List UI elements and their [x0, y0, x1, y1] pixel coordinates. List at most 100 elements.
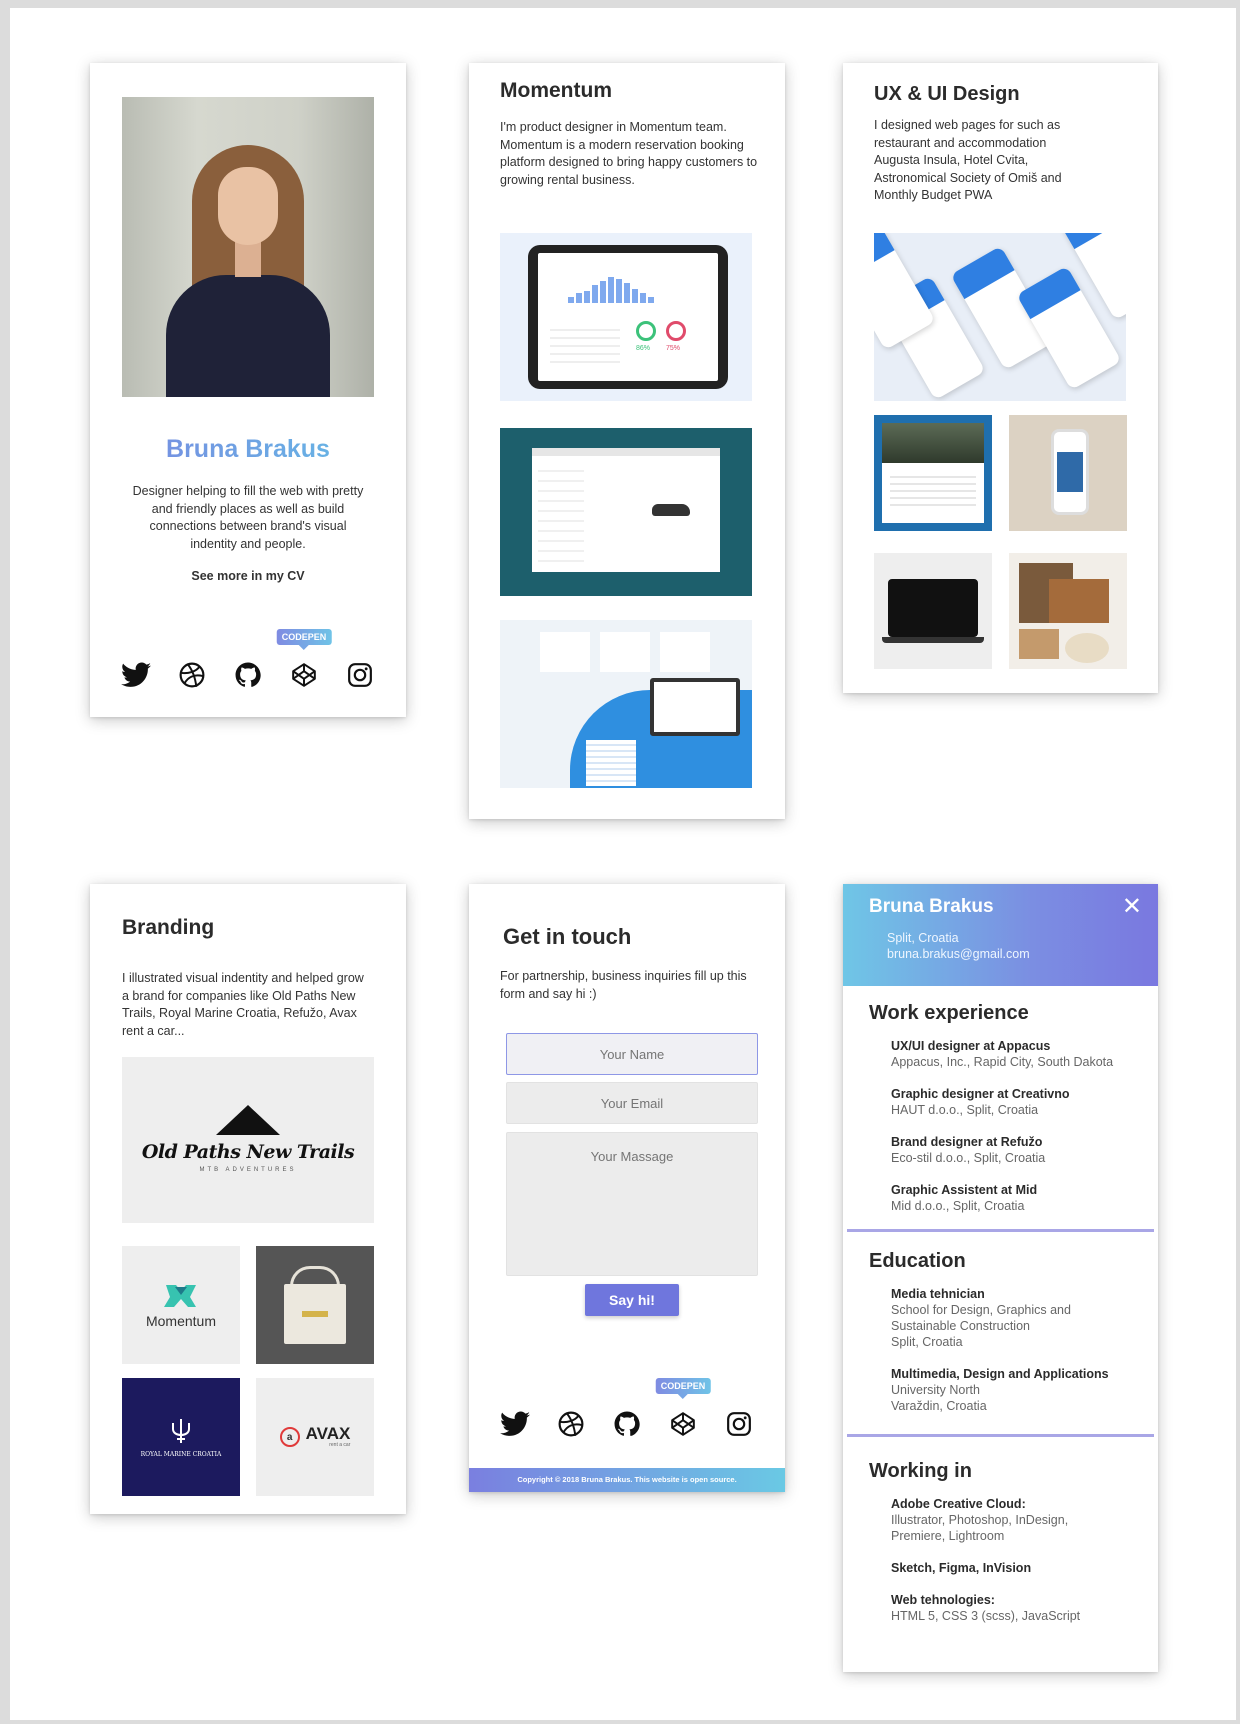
education-entry: Multimedia, Design and Applications Univ… [891, 1366, 1146, 1414]
work-place: Mid d.o.o., Split, Croatia [891, 1199, 1025, 1213]
twitter-icon[interactable] [120, 659, 152, 691]
work-experience-title: Work experience [869, 1002, 1029, 1024]
tool-name: Adobe Creative Cloud: [891, 1497, 1026, 1511]
github-icon[interactable] [232, 659, 264, 691]
tool-entry: Web tehnologies: HTML 5, CSS 3 (scss), J… [891, 1592, 1146, 1624]
work-entry: Graphic designer at Creativno HAUT d.o.o… [891, 1086, 1146, 1118]
tool-name: Web tehnologies: [891, 1593, 995, 1607]
royal-marine-logo-text: ROYAL MARINE CROATIA [140, 1450, 222, 1458]
education-degree: Multimedia, Design and Applications [891, 1367, 1109, 1381]
work-entry: Graphic Assistent at Mid Mid d.o.o., Spl… [891, 1182, 1146, 1214]
old-paths-logo-text: Old Paths New Trails [141, 1141, 355, 1163]
momentum-title: Momentum [500, 79, 612, 102]
profile-photo [122, 97, 374, 397]
browser-mockup [532, 448, 720, 572]
cv-contact-info: Split, Croatia bruna.brakus@gmail.com [887, 930, 1030, 962]
cv-location: Split, Croatia [887, 931, 959, 945]
avax-logo-text: AVAX [305, 1424, 351, 1443]
education-school: School for Design, Graphics and Sustaina… [891, 1303, 1071, 1333]
work-place: HAUT d.o.o., Split, Croatia [891, 1103, 1039, 1117]
instagram-icon[interactable] [344, 659, 376, 691]
ux-card: UX & UI Design I designed web pages for … [843, 63, 1158, 693]
tote-bag-thumb[interactable] [256, 1246, 374, 1364]
work-place: Eco-stil d.o.o., Split, Croatia [891, 1151, 1046, 1165]
avax-logo-icon: a [279, 1427, 300, 1447]
momentum-logo-thumb[interactable]: Momentum [122, 1246, 240, 1364]
education-city: Split, Croatia [891, 1335, 963, 1349]
momentum-logo-icon [164, 1285, 196, 1307]
ux-description: I designed web pages for such as restaur… [874, 118, 1062, 202]
stat-ring [636, 321, 656, 341]
codepen-tooltip: CODEPEN [276, 629, 332, 650]
ux-website-thumb-1[interactable] [874, 415, 992, 531]
codepen-icon[interactable]: CODEPEN [655, 1378, 711, 1440]
branding-description: I illustrated visual indentity and helpe… [122, 971, 364, 1038]
education-school: University North [891, 1383, 980, 1397]
section-divider [847, 1229, 1154, 1232]
contact-card: Get in touch For partnership, business i… [469, 884, 785, 1492]
twitter-icon[interactable] [499, 1408, 531, 1440]
ux-laptop-thumb[interactable] [874, 553, 992, 669]
say-hi-button[interactable]: Say hi! [585, 1284, 679, 1316]
tool-detail: HTML 5, CSS 3 (scss), JavaScript [891, 1609, 1081, 1623]
dribbble-icon[interactable] [555, 1408, 587, 1440]
tool-entry: Sketch, Figma, InVision [891, 1560, 1146, 1576]
profile-card: Bruna Brakus Designer helping to fill th… [90, 63, 406, 717]
contact-title: Get in touch [503, 924, 632, 949]
branding-card: Branding I illustrated visual indentity … [90, 884, 406, 1514]
instagram-icon[interactable] [723, 1408, 755, 1440]
momentum-description: I'm product designer in Momentum team. M… [500, 120, 758, 187]
email-field[interactable] [506, 1082, 758, 1124]
work-entry: UX/UI designer at Appacus Appacus, Inc.,… [891, 1038, 1146, 1070]
education-city: Varaždin, Croatia [891, 1399, 987, 1413]
cv-header: Bruna Brakus ✕ Split, Croatia bruna.brak… [843, 884, 1158, 986]
tool-name: Sketch, Figma, InVision [891, 1561, 1032, 1575]
education-title: Education [869, 1250, 966, 1272]
momentum-card: Momentum I'm product designer in Momentu… [469, 63, 785, 819]
old-paths-logo-sub: MTB ADVENTURES [199, 1167, 297, 1173]
section-divider [847, 1434, 1154, 1437]
car-image [652, 504, 690, 516]
tablet-mockup: 86% 75% [528, 245, 728, 389]
branding-title: Branding [122, 916, 215, 939]
cv-name: Bruna Brakus [869, 896, 994, 917]
social-links: CODEPEN [499, 1378, 755, 1440]
momentum-app-image[interactable] [500, 428, 752, 596]
avax-logo-thumb[interactable]: a AVAX rent a car [256, 1378, 374, 1496]
ux-title: UX & UI Design [874, 83, 1020, 105]
profile-name: Bruna Brakus [90, 435, 406, 464]
old-paths-logo-image[interactable]: Old Paths New Trails MTB ADVENTURES [122, 1057, 374, 1223]
close-icon[interactable]: ✕ [1122, 892, 1142, 921]
momentum-dashboard-image[interactable]: 86% 75% [500, 233, 752, 401]
tool-entry: Adobe Creative Cloud: Illustrator, Photo… [891, 1496, 1091, 1544]
copyright-footer: Copyright © 2018 Bruna Brakus. This webs… [469, 1468, 785, 1492]
github-icon[interactable] [611, 1408, 643, 1440]
name-field[interactable] [506, 1033, 758, 1075]
stat-ring [666, 321, 686, 341]
cv-email: bruna.brakus@gmail.com [887, 947, 1030, 961]
ux-restaurant-thumb[interactable] [1009, 553, 1127, 669]
work-role: Brand designer at Refužo [891, 1135, 1043, 1149]
cv-card: Bruna Brakus ✕ Split, Croatia bruna.brak… [843, 884, 1158, 1672]
momentum-landing-image[interactable] [500, 620, 752, 788]
work-role: Graphic Assistent at Mid [891, 1183, 1038, 1197]
momentum-logo-text: Momentum [145, 1313, 217, 1329]
royal-marine-logo-thumb[interactable]: ROYAL MARINE CROATIA [122, 1378, 240, 1496]
mountain-icon [216, 1105, 280, 1135]
ux-phone-thumb[interactable] [1009, 415, 1127, 531]
work-entry: Brand designer at Refužo Eco-stil d.o.o.… [891, 1134, 1146, 1166]
education-degree: Media tehnician [891, 1287, 985, 1301]
cv-link[interactable]: See more in my CV [90, 569, 406, 583]
dribbble-icon[interactable] [176, 659, 208, 691]
work-place: Appacus, Inc., Rapid City, South Dakota [891, 1055, 1114, 1069]
codepen-icon[interactable]: CODEPEN [276, 629, 332, 691]
social-links: CODEPEN [120, 629, 376, 691]
laptop-mockup [650, 678, 740, 736]
message-field[interactable] [506, 1132, 758, 1276]
profile-description: Designer helping to fill the web with pr… [132, 484, 364, 551]
ux-mobile-screens-image[interactable] [874, 233, 1126, 401]
work-role: Graphic designer at Creativno [891, 1087, 1070, 1101]
contact-description: For partnership, business inquiries fill… [500, 969, 747, 1001]
stat-ring-label: 75% [666, 345, 681, 352]
codepen-tooltip: CODEPEN [655, 1378, 711, 1399]
